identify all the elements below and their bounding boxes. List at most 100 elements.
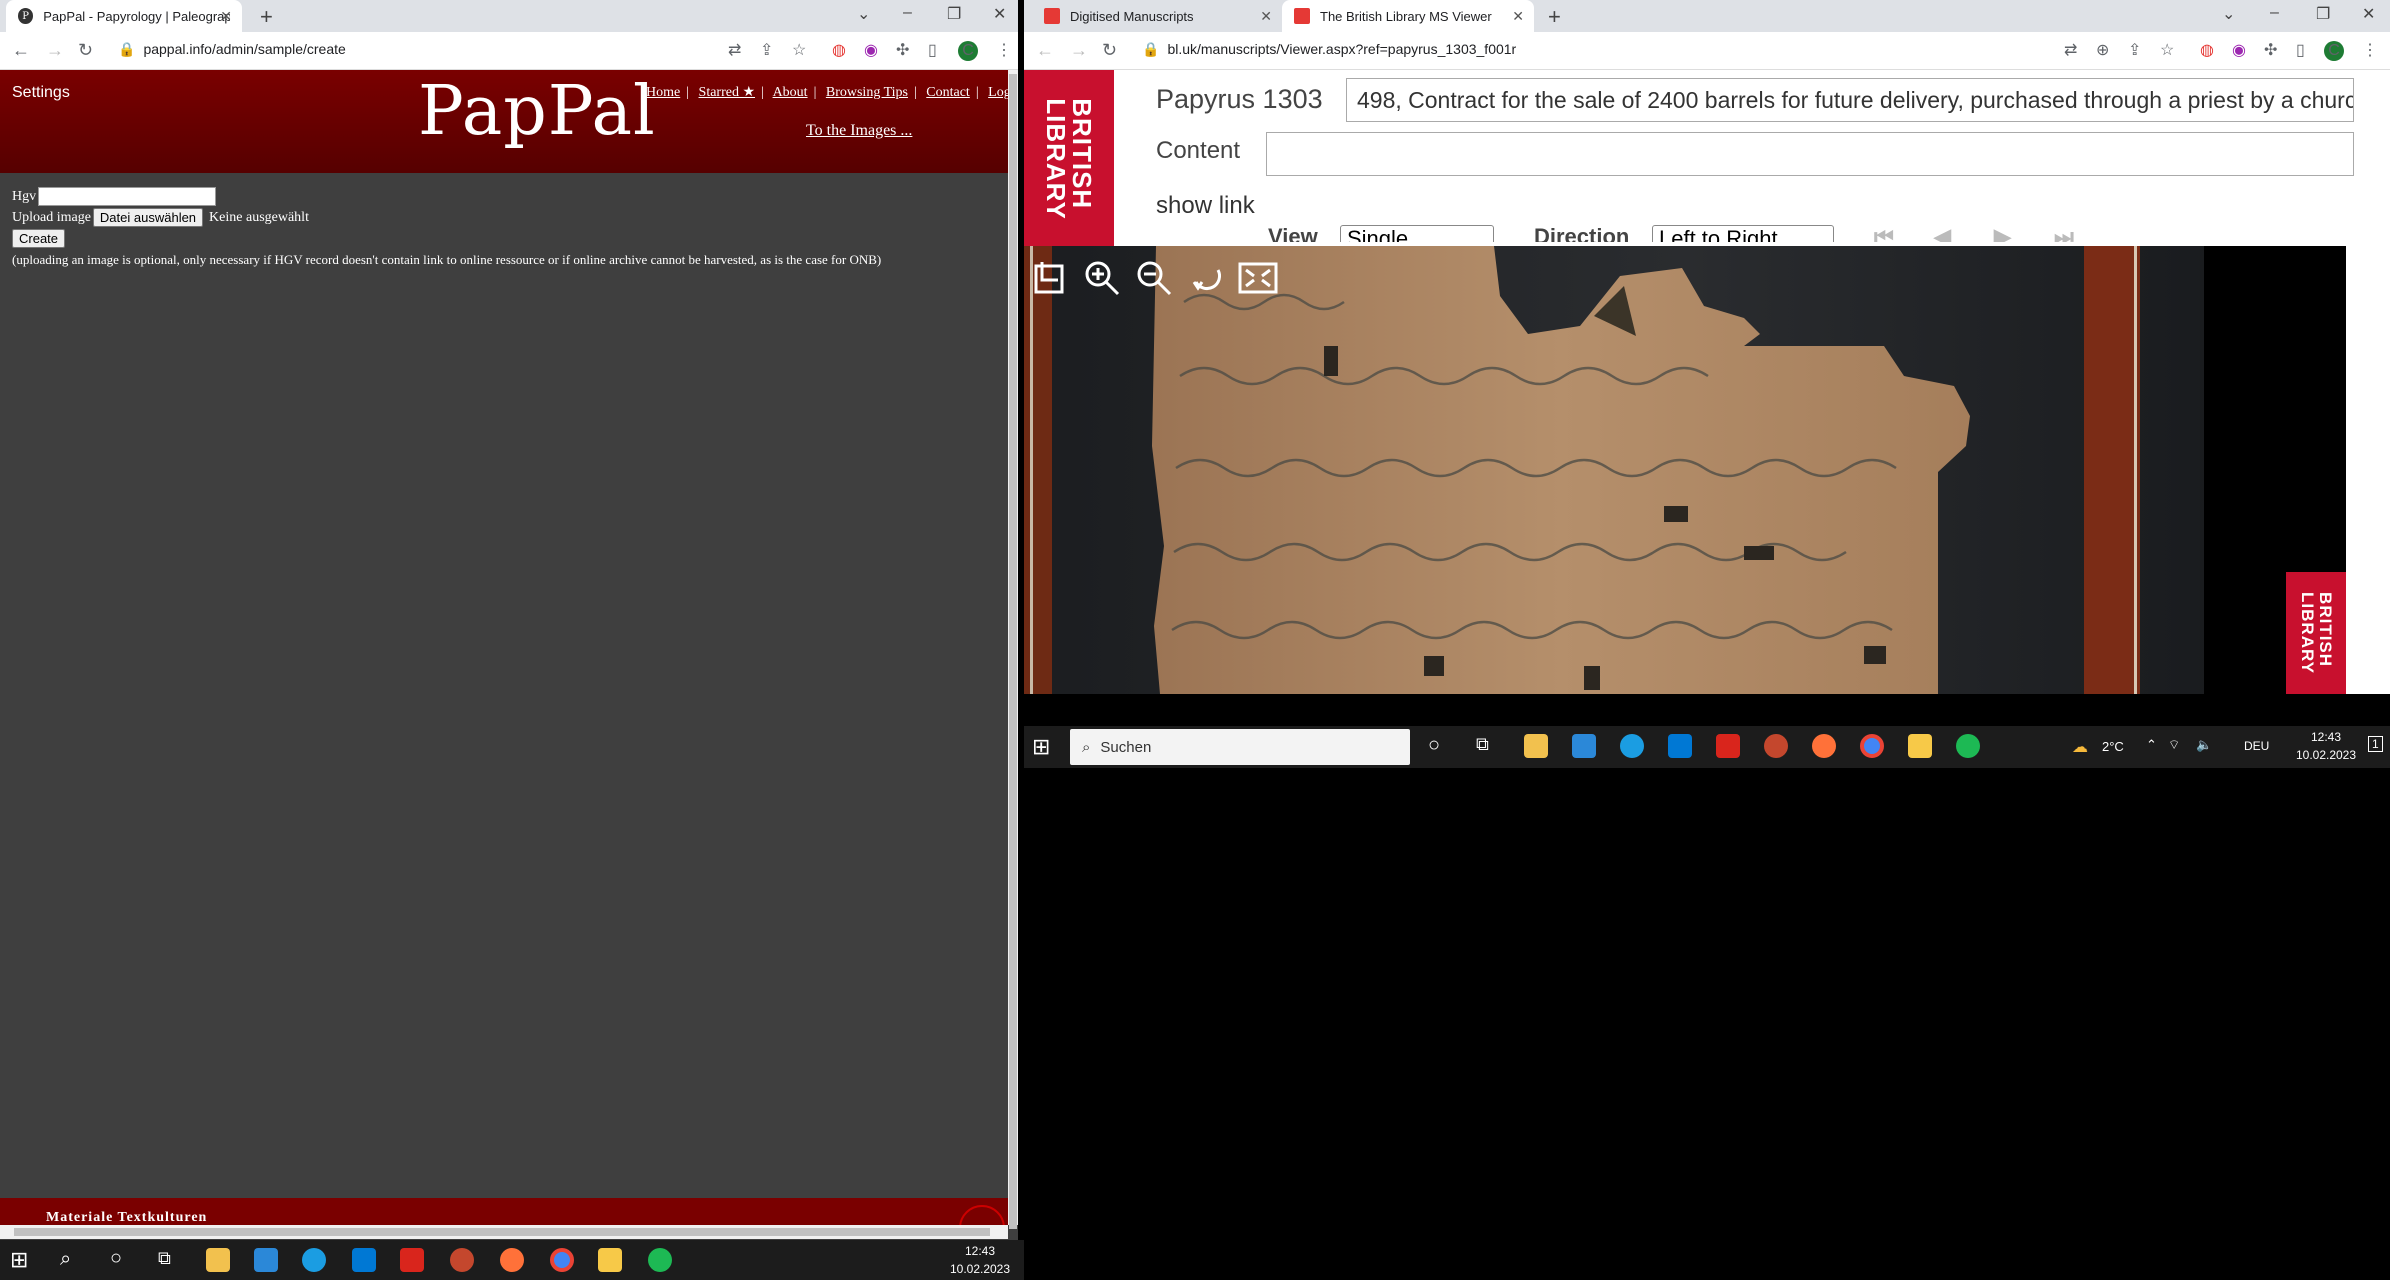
pappal-logo[interactable]: PapPal: [418, 72, 656, 151]
acrobat-icon[interactable]: [1716, 734, 1740, 758]
new-tab-button[interactable]: +: [1548, 4, 1561, 30]
extension-icon[interactable]: ◍: [2200, 40, 2214, 60]
extensions-puzzle-icon[interactable]: ✣: [2264, 40, 2277, 60]
nav-home[interactable]: Home: [646, 85, 680, 100]
restore-icon[interactable]: ❐: [2316, 4, 2330, 24]
star-icon[interactable]: ☆: [2160, 40, 2174, 60]
close-tab-icon[interactable]: ✕: [1512, 8, 1524, 25]
zoom-in-icon[interactable]: [1080, 256, 1124, 300]
share-icon[interactable]: ⇪: [2128, 40, 2141, 60]
clock-date[interactable]: 10.02.2023: [2286, 748, 2366, 762]
acrobat-icon[interactable]: [400, 1248, 424, 1272]
network-icon[interactable]: ⌔: [2168, 737, 2180, 753]
profile-avatar[interactable]: C: [958, 41, 978, 61]
horizontal-scrollbar[interactable]: [0, 1225, 1008, 1239]
clock-time[interactable]: 12:43: [940, 1244, 1020, 1258]
minimize-icon[interactable]: –: [2270, 4, 2279, 22]
url-field[interactable]: 🔒 bl.uk/manuscripts/Viewer.aspx?ref=papyr…: [1142, 41, 1516, 58]
to-images-link[interactable]: To the Images ...: [806, 122, 912, 140]
zoom-out-icon[interactable]: [1132, 256, 1176, 300]
extension-icon[interactable]: ◉: [2232, 40, 2246, 60]
rotate-icon[interactable]: [1184, 256, 1228, 300]
menu-icon[interactable]: ⋮: [996, 40, 1012, 60]
nav-starred[interactable]: Starred ★: [699, 85, 755, 100]
fit-page-icon[interactable]: [1028, 256, 1072, 300]
windows-start-icon[interactable]: ⊞: [10, 1247, 28, 1273]
taskbar-search-box[interactable]: ⌕ Suchen: [1070, 729, 1410, 765]
task-view-icon[interactable]: ⧉: [158, 1248, 171, 1269]
store-icon[interactable]: [1572, 734, 1596, 758]
tab-digitised-manuscripts[interactable]: Digitised Manuscripts ✕: [1032, 0, 1282, 32]
star-icon[interactable]: ☆: [792, 40, 806, 60]
translate-icon[interactable]: ⇄: [728, 40, 741, 60]
nav-browsing-tips[interactable]: Browsing Tips: [826, 85, 908, 100]
translate-icon[interactable]: ⇄: [2064, 40, 2077, 60]
nav-about[interactable]: About: [773, 85, 808, 100]
weather-icon[interactable]: ☁: [2072, 737, 2088, 757]
view-select[interactable]: Single: [1340, 225, 1494, 242]
forward-icon[interactable]: →: [1070, 40, 1088, 61]
fullscreen-icon[interactable]: [1236, 256, 1280, 300]
mail-icon[interactable]: [1668, 734, 1692, 758]
cortana-icon[interactable]: ○: [1428, 734, 1440, 757]
sidepanel-icon[interactable]: ▯: [928, 40, 937, 60]
store-icon[interactable]: [254, 1248, 278, 1272]
close-tab-icon[interactable]: ✕: [1260, 8, 1272, 25]
notifications-badge[interactable]: 1: [2368, 736, 2383, 752]
tab-search-icon[interactable]: ⌄: [857, 4, 870, 24]
notes-app-icon[interactable]: [1908, 734, 1932, 758]
clock-date[interactable]: 10.02.2023: [940, 1262, 1020, 1276]
firefox-icon[interactable]: [1812, 734, 1836, 758]
extension-icon[interactable]: ◍: [832, 40, 846, 60]
spotify-icon[interactable]: [648, 1248, 672, 1272]
tab-pappal[interactable]: P PapPal - Papyrology | Paleograph ✕: [6, 0, 242, 32]
reload-icon[interactable]: ↻: [78, 40, 93, 61]
powerpoint-icon[interactable]: [1764, 734, 1788, 758]
restore-icon[interactable]: ❐: [947, 4, 961, 24]
forward-icon[interactable]: →: [46, 40, 64, 61]
chrome-icon[interactable]: [1860, 734, 1884, 758]
sidepanel-icon[interactable]: ▯: [2296, 40, 2305, 60]
powerpoint-icon[interactable]: [450, 1248, 474, 1272]
image-viewer[interactable]: BRITISH LIBRARY: [1024, 246, 2346, 694]
scroll-thumb[interactable]: [14, 1228, 990, 1236]
zoom-icon[interactable]: ⊕: [2096, 40, 2109, 60]
prev-page-icon[interactable]: ◀: [1934, 224, 1951, 242]
close-window-icon[interactable]: ✕: [2362, 4, 2375, 24]
language-indicator[interactable]: DEU: [2244, 739, 2269, 753]
clock-time[interactable]: 12:43: [2286, 730, 2366, 744]
firefox-icon[interactable]: [500, 1248, 524, 1272]
direction-select[interactable]: Left to Right: [1652, 225, 1834, 242]
extension-icon[interactable]: ◉: [864, 40, 878, 60]
last-page-icon[interactable]: ⏭: [2054, 224, 2074, 242]
extensions-puzzle-icon[interactable]: ✣: [896, 40, 909, 60]
cortana-icon[interactable]: ○: [110, 1247, 122, 1270]
first-page-icon[interactable]: ⏮: [1874, 224, 1894, 242]
close-tab-icon[interactable]: ✕: [220, 8, 232, 25]
volume-icon[interactable]: 🔈: [2196, 737, 2212, 753]
create-button[interactable]: Create: [12, 229, 66, 248]
nav-contact[interactable]: Contact: [926, 85, 970, 100]
notes-app-icon[interactable]: [598, 1248, 622, 1272]
minimize-icon[interactable]: –: [903, 4, 912, 22]
back-icon[interactable]: ←: [1036, 40, 1054, 61]
new-tab-button[interactable]: +: [260, 4, 273, 30]
hgv-input[interactable]: [38, 187, 217, 206]
content-field[interactable]: [1266, 132, 2354, 176]
file-explorer-icon[interactable]: [206, 1248, 230, 1272]
chrome-icon[interactable]: [550, 1248, 574, 1272]
profile-avatar[interactable]: C: [2324, 41, 2344, 61]
edge-icon[interactable]: [302, 1248, 326, 1272]
scroll-thumb[interactable]: [1009, 74, 1017, 1229]
menu-icon[interactable]: ⋮: [2362, 40, 2378, 60]
tray-chevron-icon[interactable]: ⌃: [2146, 737, 2157, 753]
task-view-icon[interactable]: ⧉: [1476, 734, 1489, 755]
title-field[interactable]: 498, Contract for the sale of 2400 barre…: [1346, 78, 2354, 122]
tab-bl-viewer[interactable]: The British Library MS Viewer ✕: [1282, 0, 1534, 32]
show-link[interactable]: show link: [1156, 192, 1255, 220]
bl-logo[interactable]: BRITISH LIBRARY: [1024, 70, 1114, 248]
edge-icon[interactable]: [1620, 734, 1644, 758]
spotify-icon[interactable]: [1956, 734, 1980, 758]
next-page-icon[interactable]: ▶: [1994, 224, 2011, 242]
share-icon[interactable]: ⇪: [760, 40, 773, 60]
